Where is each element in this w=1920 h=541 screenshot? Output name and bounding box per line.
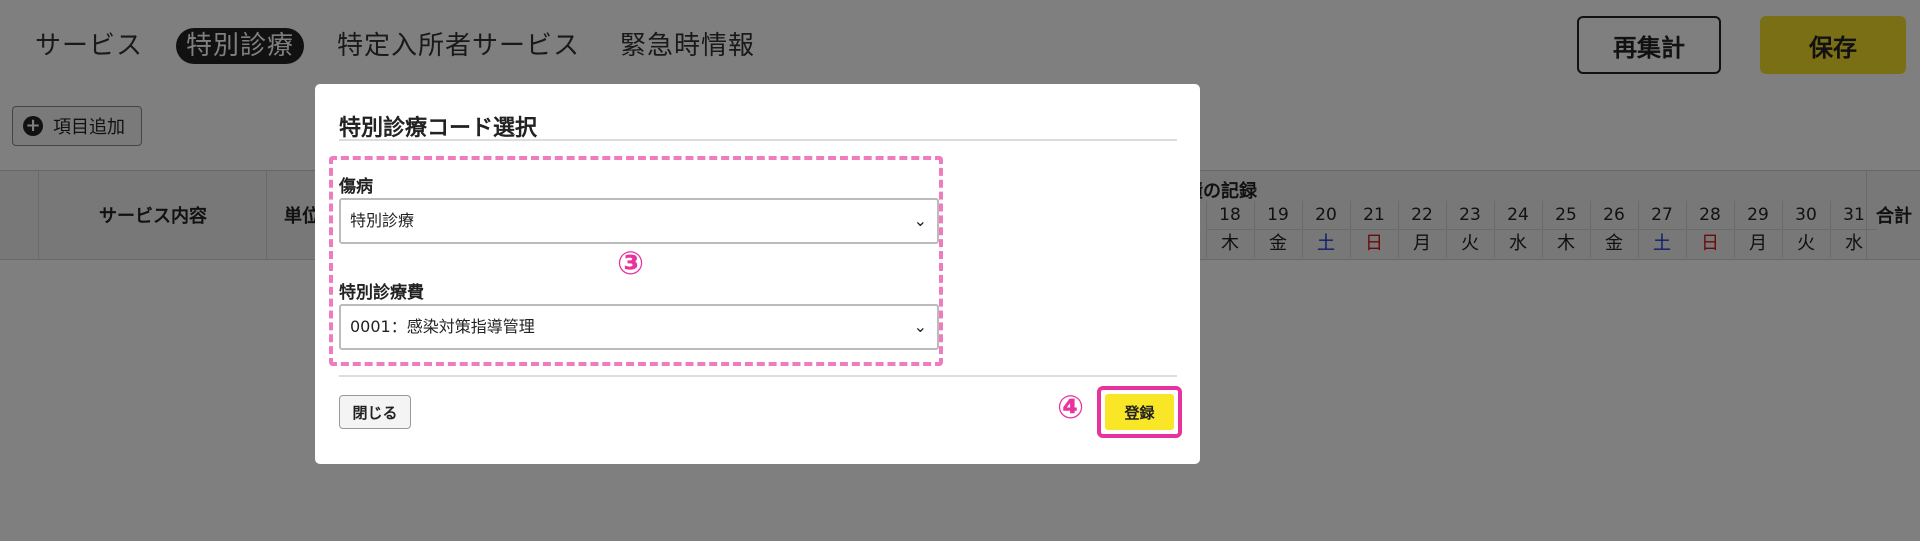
disease-label: 傷病 xyxy=(339,177,373,197)
page: サービス 特別診療 特定入所者サービス 緊急時情報 再集計 保存 + 項目追加 … xyxy=(0,0,1920,541)
disease-select[interactable]: 特別診療 ⌄ xyxy=(339,198,939,244)
special-care-code-dialog: 特別診療コード選択 傷病 特別診療 ⌄ ③ 特別診療費 0001：感染対策指導管… xyxy=(315,84,1200,464)
annotation-step-4: ④ xyxy=(1057,388,1085,426)
chevron-down-icon: ⌄ xyxy=(913,211,927,230)
chevron-down-icon: ⌄ xyxy=(913,317,927,336)
special-care-fee-label: 特別診療費 xyxy=(339,283,424,303)
divider xyxy=(339,375,1177,377)
disease-select-value: 特別診療 xyxy=(350,211,415,230)
register-button[interactable]: 登録 xyxy=(1105,394,1174,430)
annotation-step-3: ③ xyxy=(617,244,645,282)
dialog-title: 特別診療コード選択 xyxy=(339,116,538,141)
special-care-fee-select-value: 0001：感染対策指導管理 xyxy=(350,317,535,336)
divider xyxy=(339,139,1177,141)
annotation-highlight-frame: 登録 xyxy=(1097,386,1182,438)
special-care-fee-select[interactable]: 0001：感染対策指導管理 ⌄ xyxy=(339,304,939,350)
close-button[interactable]: 閉じる xyxy=(339,395,411,429)
